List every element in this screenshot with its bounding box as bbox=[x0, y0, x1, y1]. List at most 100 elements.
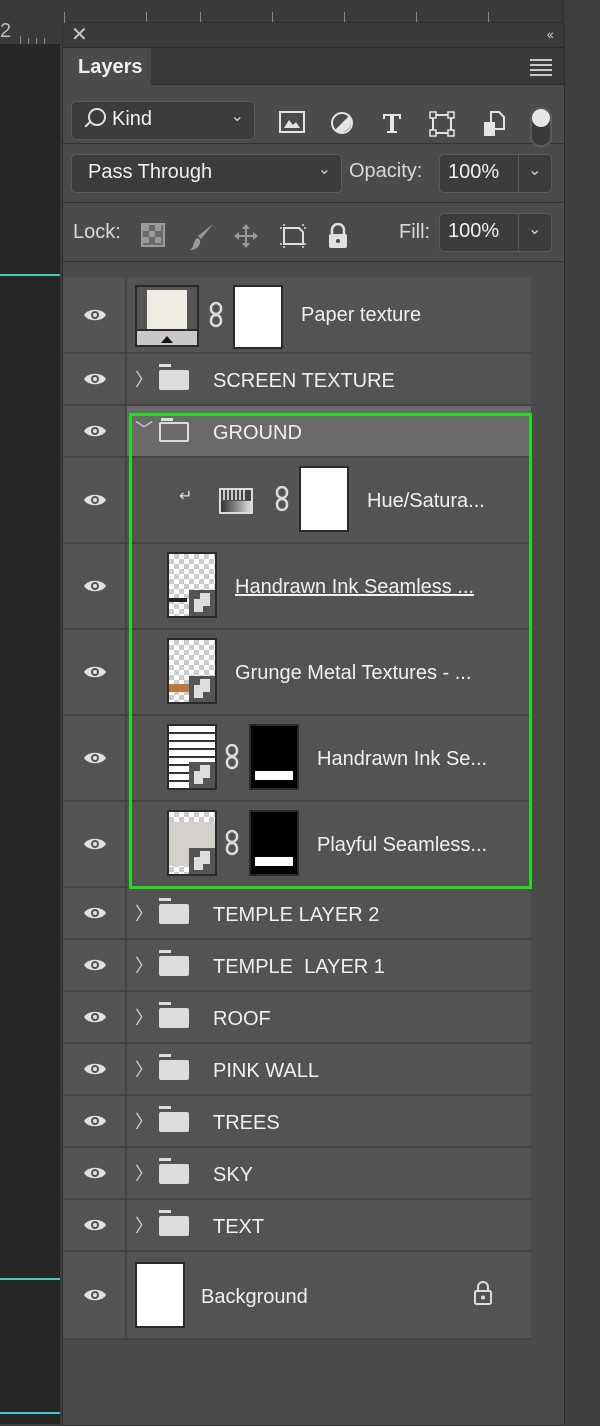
eye-icon[interactable] bbox=[83, 371, 107, 387]
chevron-right-icon[interactable]: 〉 bbox=[135, 1212, 153, 1238]
guide-line[interactable] bbox=[0, 274, 60, 276]
layer-row[interactable]: Handrawn Ink Seamless ... bbox=[63, 544, 531, 630]
chevron-right-icon[interactable]: 〉 bbox=[135, 952, 153, 978]
visibility-toggle[interactable] bbox=[63, 278, 127, 352]
visibility-toggle[interactable] bbox=[63, 354, 127, 404]
layer-name[interactable]: ROOF bbox=[213, 1008, 271, 1031]
guide-line[interactable] bbox=[0, 1278, 60, 1280]
visibility-toggle[interactable] bbox=[63, 1148, 127, 1198]
filter-kind-dropdown[interactable]: Kind ⌄ bbox=[71, 101, 255, 140]
eye-icon[interactable] bbox=[83, 1061, 107, 1077]
visibility-toggle[interactable] bbox=[63, 544, 127, 628]
layer-name[interactable]: Grunge Metal Textures - ... bbox=[235, 662, 471, 685]
layer-row[interactable]: Handrawn Ink Se... bbox=[63, 716, 531, 802]
lock-image-pixels-icon[interactable] bbox=[189, 223, 213, 250]
layer-name[interactable]: TEXT bbox=[213, 1216, 264, 1239]
image-filter-icon[interactable] bbox=[279, 111, 305, 137]
visibility-toggle[interactable] bbox=[63, 458, 127, 542]
chevron-right-icon[interactable]: 〉 bbox=[135, 1056, 153, 1082]
visibility-toggle[interactable] bbox=[63, 802, 127, 886]
visibility-toggle[interactable] bbox=[63, 1044, 127, 1094]
layer-mask-thumbnail[interactable] bbox=[233, 285, 283, 349]
layer-mask-thumbnail[interactable] bbox=[249, 810, 299, 876]
layer-row[interactable]: 〉 TREES bbox=[63, 1096, 531, 1148]
layer-row[interactable]: 〉 SCREEN TEXTURE bbox=[63, 354, 531, 406]
filter-toggle[interactable] bbox=[530, 107, 552, 147]
eye-icon[interactable] bbox=[83, 1009, 107, 1025]
layer-mask-thumbnail[interactable] bbox=[249, 724, 299, 790]
double-chevron-left-icon[interactable]: ‹‹ bbox=[547, 26, 554, 42]
visibility-toggle[interactable] bbox=[63, 992, 127, 1042]
smart-object-filter-icon[interactable] bbox=[481, 111, 507, 137]
opacity-field[interactable]: 100% ⌄ bbox=[439, 154, 552, 193]
eye-icon[interactable] bbox=[83, 1165, 107, 1181]
shape-filter-icon[interactable] bbox=[429, 111, 455, 137]
type-filter-icon[interactable] bbox=[379, 111, 405, 137]
opacity-value[interactable]: 100% bbox=[448, 161, 499, 184]
layer-name[interactable]: SCREEN TEXTURE bbox=[213, 370, 395, 393]
layer-name[interactable]: Handrawn Ink Seamless ... bbox=[235, 576, 474, 599]
chevron-right-icon[interactable]: 〉 bbox=[135, 1160, 153, 1186]
chevron-down-icon[interactable]: ⌄ bbox=[528, 219, 541, 239]
link-icon[interactable] bbox=[275, 486, 289, 512]
layer-name[interactable]: Handrawn Ink Se... bbox=[317, 748, 487, 771]
fill-value[interactable]: 100% bbox=[448, 220, 499, 243]
layer-name[interactable]: GROUND bbox=[213, 422, 302, 445]
blend-mode-dropdown[interactable]: Pass Through ⌄ bbox=[71, 154, 342, 193]
lock-all-icon[interactable] bbox=[327, 222, 351, 248]
eye-icon[interactable] bbox=[83, 423, 107, 439]
link-icon[interactable] bbox=[225, 830, 239, 856]
layer-name[interactable]: Paper texture bbox=[301, 304, 421, 327]
adjustment-filter-icon[interactable] bbox=[329, 111, 355, 137]
link-icon[interactable] bbox=[225, 744, 239, 770]
visibility-toggle[interactable] bbox=[63, 940, 127, 990]
guide-line[interactable] bbox=[0, 1412, 60, 1414]
layer-row[interactable]: 〉 SKY bbox=[63, 1148, 531, 1200]
panel-titlebar[interactable]: ✕ ‹‹ bbox=[63, 23, 564, 48]
fill-field[interactable]: 100% ⌄ bbox=[439, 213, 552, 252]
visibility-toggle[interactable] bbox=[63, 1200, 127, 1250]
layer-name[interactable]: Hue/Satura... bbox=[367, 490, 485, 513]
layer-row[interactable]: ↵ Hue/Satura... bbox=[63, 458, 531, 544]
layer-row-selected[interactable]: 〉 GROUND bbox=[63, 406, 531, 458]
layer-row[interactable]: Paper texture bbox=[63, 278, 531, 354]
chevron-right-icon[interactable]: 〉 bbox=[135, 900, 153, 926]
lock-position-icon[interactable] bbox=[233, 223, 258, 248]
layer-name[interactable]: SKY bbox=[213, 1164, 253, 1187]
link-icon[interactable] bbox=[209, 302, 223, 328]
visibility-toggle[interactable] bbox=[63, 1096, 127, 1146]
layer-name[interactable]: Background bbox=[201, 1286, 308, 1309]
layer-name[interactable]: TEMPLE LAYER 1 bbox=[213, 956, 385, 979]
layer-row[interactable]: 〉 PINK WALL bbox=[63, 1044, 531, 1096]
document-canvas[interactable] bbox=[0, 44, 60, 1424]
layer-name[interactable]: PINK WALL bbox=[213, 1060, 319, 1083]
eye-icon[interactable] bbox=[83, 664, 107, 680]
lock-transparent-pixels-icon[interactable] bbox=[141, 223, 165, 247]
chevron-right-icon[interactable]: 〉 bbox=[135, 366, 153, 392]
lock-icon[interactable] bbox=[473, 1280, 493, 1306]
eye-icon[interactable] bbox=[83, 957, 107, 973]
eye-icon[interactable] bbox=[83, 750, 107, 766]
chevron-down-icon[interactable]: 〉 bbox=[131, 420, 157, 438]
visibility-toggle[interactable] bbox=[63, 1252, 127, 1338]
eye-icon[interactable] bbox=[83, 578, 107, 594]
visibility-toggle[interactable] bbox=[63, 716, 127, 800]
close-icon[interactable]: ✕ bbox=[71, 24, 88, 46]
eye-icon[interactable] bbox=[83, 1287, 107, 1303]
tab-layers[interactable]: Layers bbox=[63, 48, 151, 85]
chevron-right-icon[interactable]: 〉 bbox=[135, 1108, 153, 1134]
visibility-toggle[interactable] bbox=[63, 630, 127, 714]
eye-icon[interactable] bbox=[83, 905, 107, 921]
layer-row[interactable]: Playful Seamless... bbox=[63, 802, 531, 888]
layer-row[interactable]: 〉 TEXT bbox=[63, 1200, 531, 1252]
eye-icon[interactable] bbox=[83, 307, 107, 323]
layer-mask-thumbnail[interactable] bbox=[299, 466, 349, 532]
eye-icon[interactable] bbox=[83, 1217, 107, 1233]
visibility-toggle[interactable] bbox=[63, 406, 127, 456]
visibility-toggle[interactable] bbox=[63, 888, 127, 938]
layer-row[interactable]: Grunge Metal Textures - ... bbox=[63, 630, 531, 716]
lock-artboard-icon[interactable] bbox=[279, 223, 306, 248]
eye-icon[interactable] bbox=[83, 1113, 107, 1129]
layer-name[interactable]: Playful Seamless... bbox=[317, 834, 487, 857]
eye-icon[interactable] bbox=[83, 836, 107, 852]
